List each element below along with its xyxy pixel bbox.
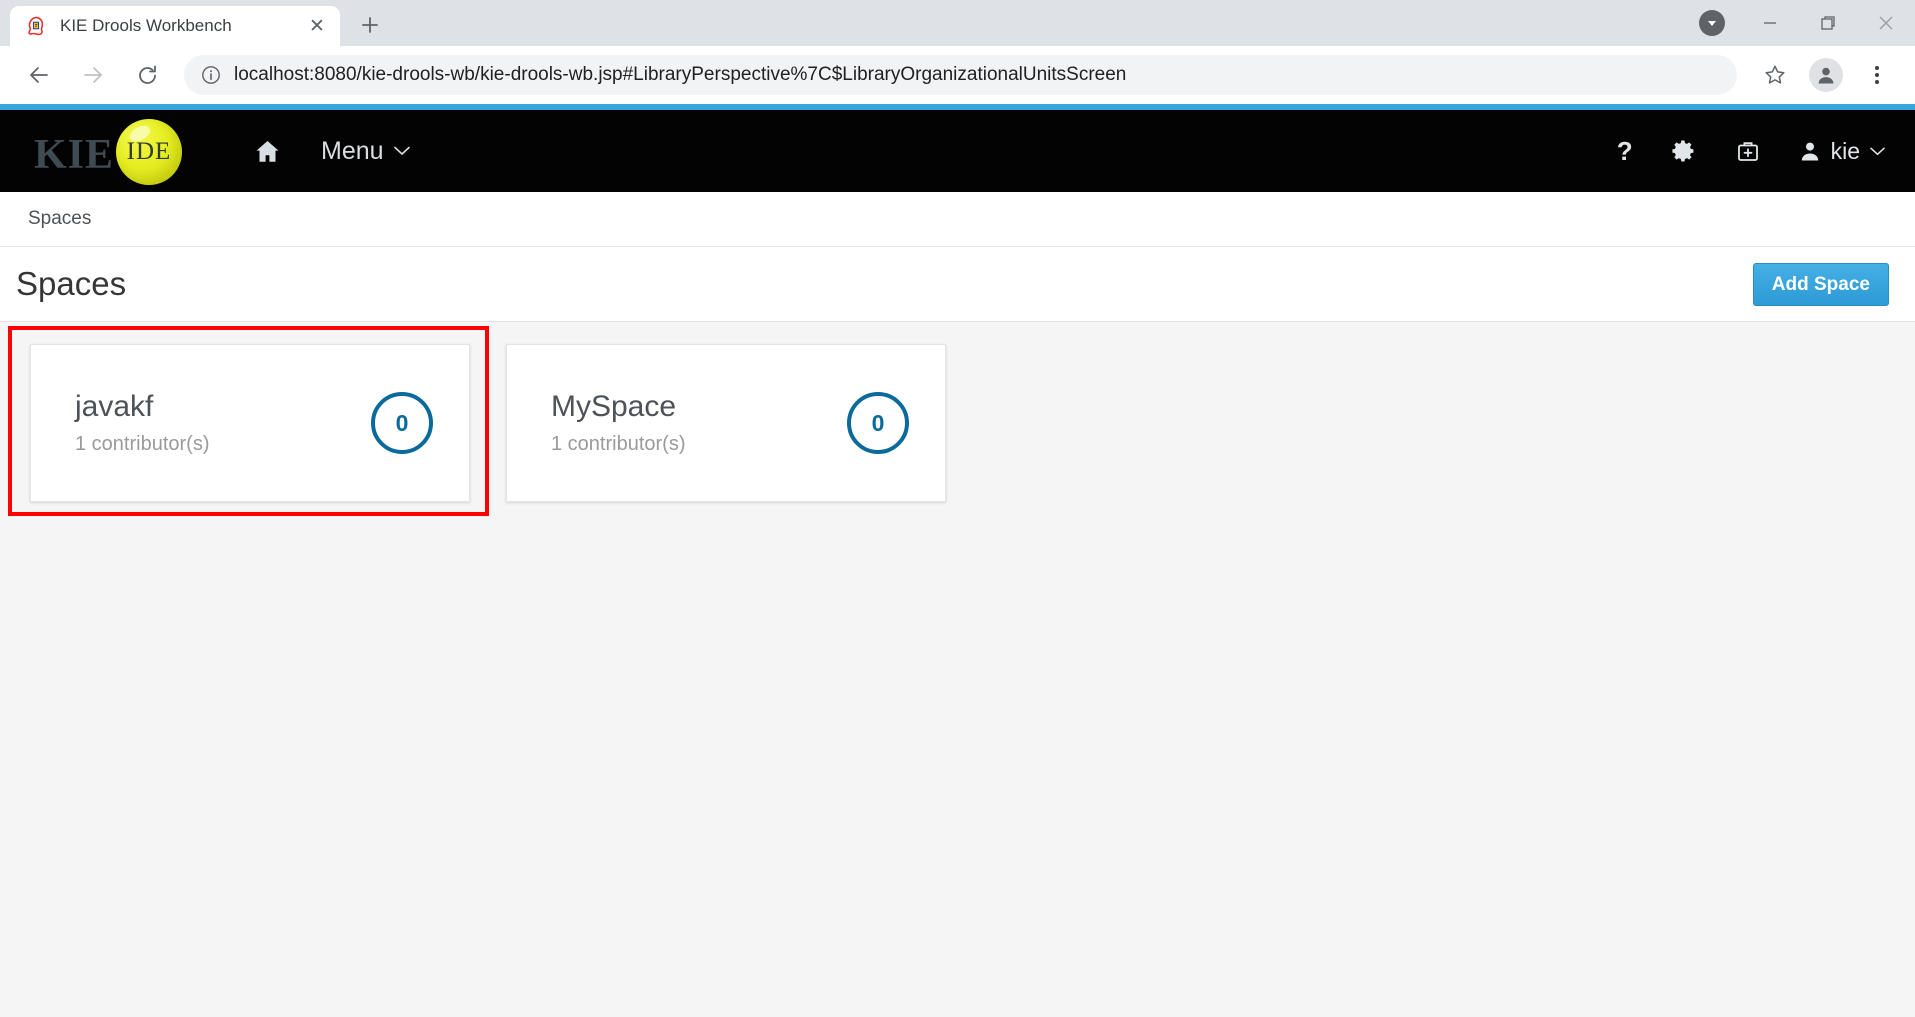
space-project-count: 0 bbox=[847, 392, 909, 454]
logo-ide-ball: IDE bbox=[116, 119, 182, 185]
menu-label: Menu bbox=[321, 136, 384, 165]
spaces-card-list: javakf 1 contributor(s) 0 MySpace 1 cont… bbox=[30, 344, 1915, 502]
home-button[interactable] bbox=[254, 138, 281, 165]
browser-tab[interactable]: KIE Drools Workbench ✕ bbox=[10, 6, 340, 46]
tab-close-icon[interactable]: ✕ bbox=[304, 13, 330, 39]
arrow-right-icon bbox=[84, 67, 102, 83]
chevron-down-icon bbox=[1870, 147, 1885, 155]
spaces-content: javakf 1 contributor(s) 0 MySpace 1 cont… bbox=[0, 322, 1915, 1017]
arrow-left-icon bbox=[30, 67, 48, 83]
star-icon[interactable] bbox=[1754, 54, 1796, 96]
gear-icon[interactable] bbox=[1671, 138, 1697, 164]
space-card-javakf[interactable]: javakf 1 contributor(s) 0 bbox=[30, 344, 470, 502]
space-name: MySpace bbox=[551, 390, 677, 423]
space-project-count: 0 bbox=[371, 392, 433, 454]
add-space-button[interactable]: Add Space bbox=[1752, 262, 1889, 306]
app-header-actions: ? kie bbox=[1579, 136, 1885, 167]
plus-icon bbox=[362, 17, 378, 33]
new-tab-button[interactable] bbox=[352, 7, 388, 43]
minimize-icon bbox=[1764, 22, 1776, 24]
download-icon bbox=[1699, 10, 1725, 36]
chevron-down-icon bbox=[393, 146, 410, 155]
address-bar[interactable]: localhost:8080/kie-drools-wb/kie-drools-… bbox=[184, 55, 1737, 95]
menu-dropdown[interactable]: Menu bbox=[321, 137, 410, 166]
space-contributors: 1 contributor(s) bbox=[75, 433, 210, 455]
medkit-icon[interactable] bbox=[1735, 138, 1761, 164]
minimize-button[interactable] bbox=[1741, 0, 1799, 46]
logo-kie-text: KIE bbox=[34, 132, 115, 178]
downloads-button[interactable] bbox=[1683, 0, 1741, 46]
forward-button[interactable] bbox=[72, 54, 114, 96]
space-name: javakf bbox=[75, 390, 154, 423]
home-icon bbox=[256, 140, 279, 162]
tab-title: KIE Drools Workbench bbox=[60, 16, 232, 35]
maximize-icon bbox=[1821, 16, 1835, 30]
maximize-button[interactable] bbox=[1799, 0, 1857, 46]
breadcrumb-item-spaces[interactable]: Spaces bbox=[28, 208, 91, 230]
kebab-menu-icon[interactable] bbox=[1856, 54, 1898, 96]
page-viewport: KIE IDE Menu ? kie Spaces Spaces Add Spa… bbox=[0, 104, 1915, 1017]
help-button[interactable]: ? bbox=[1617, 136, 1633, 167]
page-header: Spaces Add Space bbox=[0, 247, 1915, 322]
page-title: Spaces bbox=[16, 265, 127, 302]
close-window-button[interactable] bbox=[1857, 0, 1915, 46]
reload-button[interactable] bbox=[126, 54, 168, 96]
user-menu[interactable]: kie bbox=[1799, 138, 1885, 165]
reload-icon bbox=[138, 65, 156, 84]
address-bar-url: localhost:8080/kie-drools-wb/kie-drools-… bbox=[234, 64, 1127, 85]
kie-ide-logo[interactable]: KIE IDE bbox=[34, 117, 209, 185]
user-name: kie bbox=[1830, 137, 1860, 164]
space-card-text: javakf 1 contributor(s) bbox=[75, 390, 371, 456]
space-card-myspace[interactable]: MySpace 1 contributor(s) 0 bbox=[506, 344, 946, 502]
user-icon bbox=[1801, 142, 1818, 161]
close-icon bbox=[1879, 16, 1893, 30]
browser-toolbar: localhost:8080/kie-drools-wb/kie-drools-… bbox=[0, 46, 1915, 104]
profile-avatar-icon[interactable] bbox=[1809, 58, 1843, 92]
toolbar-right-actions bbox=[1749, 54, 1903, 96]
tab-strip: KIE Drools Workbench ✕ bbox=[0, 0, 1915, 46]
kie-drools-favicon bbox=[26, 16, 46, 36]
window-controls bbox=[1683, 0, 1915, 46]
app-header: KIE IDE Menu ? kie bbox=[0, 110, 1915, 192]
space-contributors: 1 contributor(s) bbox=[551, 433, 686, 455]
breadcrumb: Spaces bbox=[0, 192, 1915, 247]
back-button[interactable] bbox=[18, 54, 60, 96]
logo-ide-text: IDE bbox=[126, 138, 172, 165]
space-card-text: MySpace 1 contributor(s) bbox=[551, 390, 847, 456]
browser-window: KIE Drools Workbench ✕ localhost:8080/ki… bbox=[0, 0, 1915, 1017]
site-information-icon[interactable] bbox=[200, 64, 222, 86]
